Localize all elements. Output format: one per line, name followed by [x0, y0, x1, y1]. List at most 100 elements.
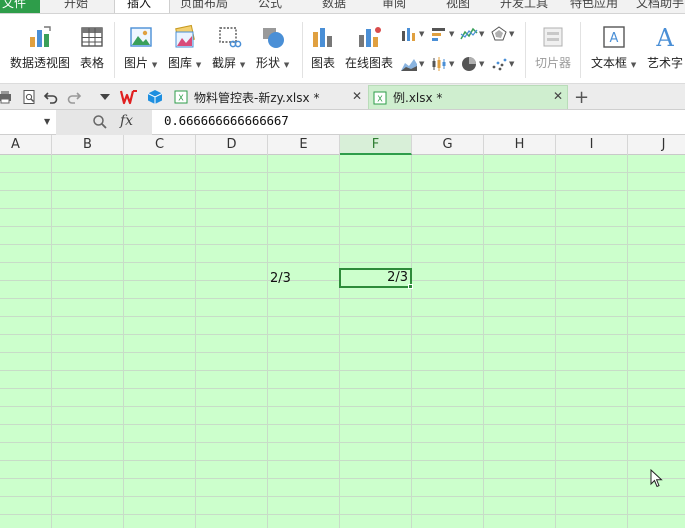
shapes-label: 形状 ▼: [256, 56, 290, 70]
shapes-icon: [262, 28, 284, 48]
tab-insert[interactable]: 插入: [114, 0, 170, 13]
wps-logo-icon[interactable]: [120, 88, 138, 106]
cloud-cube-icon[interactable]: [146, 88, 164, 106]
column-header-e[interactable]: E: [268, 135, 340, 155]
close-icon[interactable]: ✕: [553, 89, 563, 103]
area-chart-icon: [401, 59, 417, 71]
radar-chart-button[interactable]: ▼: [490, 24, 520, 44]
area-chart-button[interactable]: ▼: [400, 54, 430, 74]
slicer-icon: [543, 27, 563, 47]
column-header-h[interactable]: H: [484, 135, 556, 155]
column-headers: A B C D E F G H I J: [0, 135, 685, 155]
svg-text:A: A: [609, 31, 618, 46]
picture-label: 图片 ▼: [124, 56, 158, 70]
redo-icon[interactable]: [65, 88, 83, 106]
chevron-down-icon: ▼: [195, 61, 202, 69]
pie-chart-button[interactable]: ▼: [460, 54, 490, 74]
line-chart-button[interactable]: ▼: [460, 24, 490, 44]
formula-bar: ▼ fx 0.666666666666667: [0, 110, 685, 135]
column-header-a[interactable]: A: [0, 135, 52, 155]
column-header-d[interactable]: D: [196, 135, 268, 155]
stock-chart-button[interactable]: ▼: [430, 54, 460, 74]
scatter-chart-button[interactable]: ▼: [490, 54, 520, 74]
gallery-label: 图库 ▼: [168, 56, 202, 70]
column-header-j[interactable]: J: [628, 135, 685, 155]
column-chart-icon: [402, 28, 415, 41]
online-chart-label: 在线图表: [345, 56, 394, 70]
screenshot-button[interactable]: 截屏 ▼: [212, 24, 245, 71]
wordart-button[interactable]: A 艺术字: [647, 24, 683, 71]
add-tab-icon[interactable]: +: [574, 87, 589, 108]
stock-chart-icon: [432, 57, 446, 71]
tab-developer[interactable]: 开发工具: [500, 0, 548, 13]
print-icon[interactable]: [0, 88, 14, 106]
screenshot-label: 截屏 ▼: [212, 56, 246, 70]
table-icon: [81, 27, 103, 47]
chevron-down-icon[interactable]: ▼: [44, 117, 50, 126]
fill-handle[interactable]: [408, 284, 413, 289]
cell-grid[interactable]: 2/3 2/3: [0, 155, 685, 528]
doc-tab-example[interactable]: X 例.xlsx *: [368, 85, 568, 109]
wordart-icon: A: [655, 24, 674, 50]
mouse-pointer-icon: [650, 469, 663, 488]
picture-button[interactable]: 图片 ▼: [124, 24, 157, 71]
wordart-label: 艺术字: [647, 56, 684, 70]
quick-access-dropdown-icon[interactable]: [96, 88, 114, 106]
active-cell-f7[interactable]: 2/3: [339, 268, 412, 288]
cell-f7-value: 2/3: [387, 270, 408, 285]
table-label: 表格: [79, 56, 104, 70]
wps-spreadsheet-window: 文件 开始 插入 页面布局 公式 数据 审阅 视图 开发工具 特色应用 文档助手…: [0, 0, 685, 528]
tab-review[interactable]: 审阅: [382, 0, 406, 13]
tab-home[interactable]: 开始: [64, 0, 88, 13]
chart-button[interactable]: 图表: [310, 24, 336, 71]
pivot-chart-button[interactable]: 数据透视图: [10, 24, 70, 71]
chevron-down-icon: ▼: [449, 30, 455, 38]
column-header-b[interactable]: B: [52, 135, 124, 155]
bar-chart-icon: [432, 28, 445, 41]
tab-file[interactable]: 文件: [0, 0, 40, 13]
doc-tab-material-control[interactable]: X 物料管控表-新zy.xlsx *: [170, 85, 370, 109]
chevron-down-icon: ▼: [479, 60, 485, 68]
column-header-f[interactable]: F: [340, 135, 412, 155]
gallery-button[interactable]: 图库 ▼: [168, 24, 201, 71]
tab-view[interactable]: 视图: [446, 0, 470, 13]
chevron-down-icon: ▼: [630, 61, 637, 69]
table-button[interactable]: 表格: [79, 24, 105, 71]
online-chart-button[interactable]: 在线图表: [345, 24, 393, 71]
tab-page-layout[interactable]: 页面布局: [180, 0, 228, 13]
textbox-button[interactable]: A 文本框 ▼: [591, 24, 636, 71]
doc-tab-label: 例.xlsx *: [393, 91, 443, 105]
tab-data[interactable]: 数据: [322, 0, 346, 13]
chevron-down-icon: ▼: [479, 30, 485, 38]
chart-icon: [313, 28, 332, 47]
tab-formulas[interactable]: 公式: [258, 0, 282, 13]
radar-chart-icon: [491, 26, 507, 41]
column-header-g[interactable]: G: [412, 135, 484, 155]
shapes-button[interactable]: 形状 ▼: [256, 24, 289, 71]
gallery-icon: [174, 24, 195, 48]
formula-input[interactable]: 0.666666666666667: [164, 113, 289, 128]
xlsx-file-icon: X: [174, 90, 188, 104]
screenshot-icon: [218, 27, 241, 48]
tab-special[interactable]: 特色应用: [570, 0, 618, 13]
insert-function-button[interactable]: fx: [120, 113, 133, 129]
tab-doc-assistant[interactable]: 文档助手: [636, 0, 684, 13]
quick-access-toolbar: X 物料管控表-新zy.xlsx * ✕ X 例.xlsx * ✕ +: [0, 84, 685, 110]
bar-chart-button[interactable]: ▼: [430, 24, 460, 44]
picture-icon: [129, 27, 152, 47]
chevron-down-icon: ▼: [509, 30, 515, 38]
name-box[interactable]: ▼: [0, 111, 56, 133]
column-header-i[interactable]: I: [556, 135, 628, 155]
cell-e7[interactable]: 2/3: [270, 271, 291, 286]
chevron-down-icon: ▼: [283, 61, 290, 69]
close-icon[interactable]: ✕: [352, 89, 362, 103]
svg-text:A: A: [655, 24, 674, 50]
print-preview-icon[interactable]: [20, 88, 38, 106]
chevron-down-icon: ▼: [239, 61, 246, 69]
zoom-icon[interactable]: [92, 114, 108, 130]
column-header-c[interactable]: C: [124, 135, 196, 155]
chevron-down-icon: ▼: [151, 61, 158, 69]
column-chart-button[interactable]: ▼: [400, 24, 430, 44]
chevron-down-icon: ▼: [449, 60, 455, 68]
undo-icon[interactable]: [42, 88, 60, 106]
